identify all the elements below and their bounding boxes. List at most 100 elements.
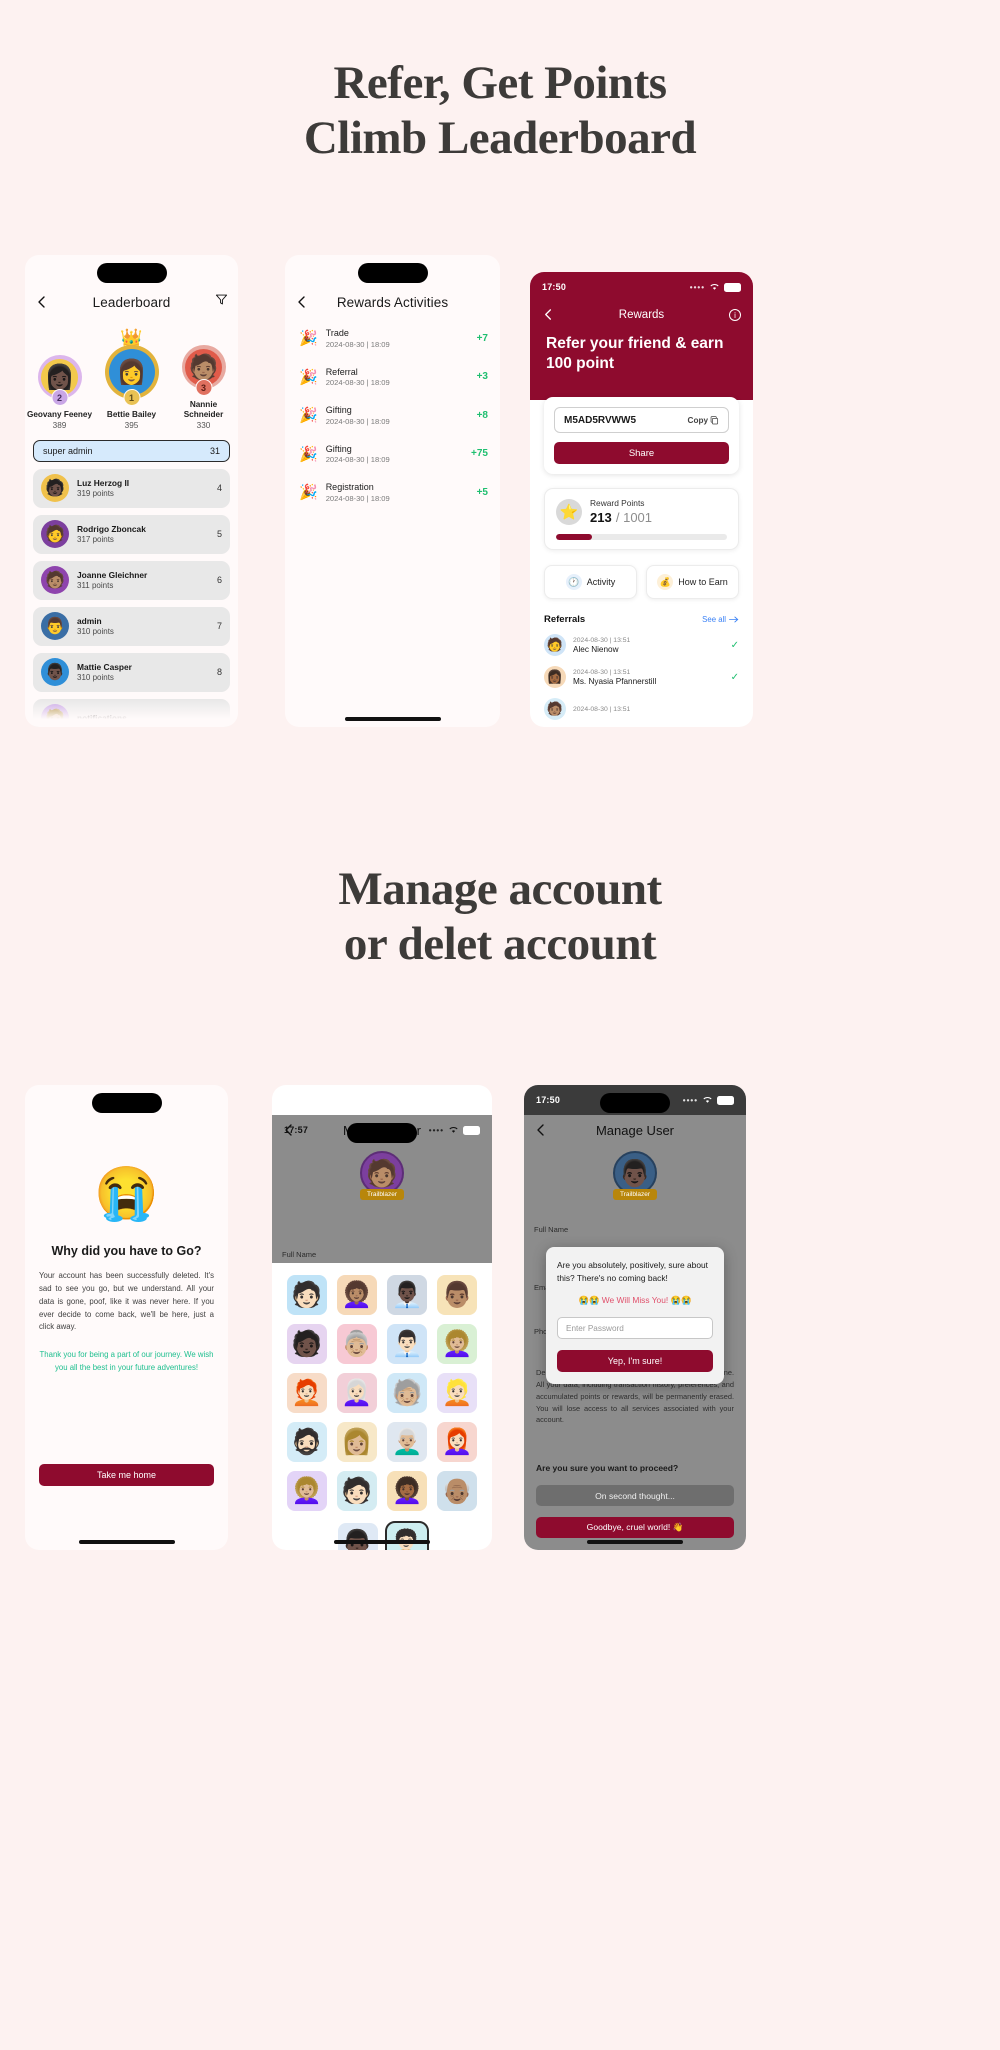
list-item[interactable]: 🧑🏿 Luz Herzog II 319 points 4 [33, 468, 230, 508]
activity-title: Gifting [325, 405, 352, 415]
star-icon: ⭐ [556, 499, 582, 525]
how-to-earn-button[interactable]: 💰 How to Earn [646, 565, 739, 599]
activity-points: +3 [476, 371, 488, 383]
avatar-option[interactable]: 👨🏽 [437, 1275, 478, 1315]
referral-name: Alec Nienow [573, 644, 619, 654]
avatar-option[interactable]: 👩🏻‍🦰 [437, 1422, 478, 1462]
avatar: 🧑 [41, 520, 69, 549]
podium-rank-3[interactable]: 🧑🏽 3 Nannie Schneider 330 [171, 345, 237, 430]
avatar-option[interactable]: 👨🏿 [337, 1523, 378, 1550]
activity-button-label: Activity [586, 577, 616, 587]
activities-navbar: Rewards Activities [285, 285, 500, 319]
filter-icon[interactable] [215, 293, 228, 311]
list-item-points: 319 points [77, 489, 114, 499]
list-item-rank: 8 [216, 667, 222, 678]
phone-account-deleted: 😭 Why did you have to Go? Your account h… [25, 1085, 228, 1550]
avatar: 👨🏿 [41, 658, 69, 687]
cancel-delete-button[interactable]: On second thought... [536, 1485, 734, 1506]
list-item[interactable]: 👨🏿 Mattie Casper 310 points 8 [33, 652, 230, 692]
list-item-points: 317 points [77, 535, 114, 545]
take-me-home-button[interactable]: Take me home [39, 1464, 214, 1486]
podium-rank-2[interactable]: 👩🏿 2 Geovany Feeney 389 [27, 355, 93, 430]
chevron-left-icon[interactable] [534, 1123, 548, 1137]
avatar-option[interactable]: 👩🏼‍🦱 [437, 1324, 478, 1364]
headline-bottom-line1: Manage account [338, 863, 662, 915]
avatar: 🧑🏽 [41, 566, 69, 595]
avatar-option[interactable]: 👴🏽 [437, 1471, 478, 1511]
referral-row[interactable]: 👩🏾 2024-08-30 | 13:51 Ms. Nyasia Pfanner… [544, 666, 739, 688]
activity-row[interactable]: 🎉 Gifting 2024-08-30 | 18:09 +75 [285, 435, 500, 474]
leaderboard-title: Leaderboard [92, 294, 171, 310]
referral-code-box[interactable]: M5AD5RVWW5 Copy [554, 407, 729, 433]
activity-row[interactable]: 🎉 Gifting 2024-08-30 | 18:09 +8 [285, 396, 500, 435]
avatar-option[interactable]: 🧓🏼 [387, 1373, 428, 1413]
referral-date: 2024-08-30 | 13:51 [573, 705, 631, 713]
podium-rank-1[interactable]: 👑 👩 1 Bettie Bailey 395 [99, 329, 165, 430]
deleted-title: Why did you have to Go? [51, 1244, 202, 1258]
info-icon[interactable]: i [729, 309, 741, 321]
referral-date: 2024-08-30 | 13:51 [573, 636, 631, 644]
copy-button[interactable]: Copy [688, 416, 719, 425]
delete-confirm-dialog: Are you absolutely, positively, sure abo… [546, 1247, 724, 1385]
rank-badge: 1 [123, 389, 140, 406]
list-item-rank: 5 [216, 529, 222, 540]
avatar-option[interactable]: 🧔🏻 [286, 1422, 327, 1462]
avatar-option[interactable]: 👩🏼‍🦱 [286, 1471, 327, 1511]
avatar-option[interactable]: 🧑🏻 [336, 1471, 377, 1511]
confirm-delete-button[interactable]: Goodbye, cruel world! 👋 [536, 1517, 734, 1538]
dialog-confirm-button[interactable]: Yep, I'm sure! [557, 1350, 713, 1373]
rewards-navbar: Rewards i [530, 302, 753, 328]
check-icon: ✓ [730, 639, 739, 651]
avatar-option[interactable]: 👨🏼‍🦳 [387, 1422, 428, 1462]
share-button[interactable]: Share [554, 442, 729, 464]
activity-button[interactable]: 🕐 Activity [544, 565, 637, 599]
avatar-option[interactable]: 👩🏾‍🦱 [387, 1471, 428, 1511]
referral-date: 2024-08-30 | 13:51 [573, 668, 631, 676]
list-item[interactable]: 🧑🏽 Joanne Gleichner 311 points 6 [33, 560, 230, 600]
avatar-option[interactable]: 👨🏻‍💼 [387, 1324, 428, 1364]
current-user-row[interactable]: super admin 31 [33, 439, 230, 462]
avatar-option[interactable]: 👩🏼 [336, 1422, 377, 1462]
activity-points: +75 [471, 448, 488, 460]
activity-row[interactable]: 🎉 Referral 2024-08-30 | 18:09 +3 [285, 358, 500, 397]
password-field[interactable]: Enter Password [557, 1317, 713, 1340]
list-item[interactable]: 👨 admin 310 points 7 [33, 606, 230, 646]
avatar-option[interactable]: 🧑🏻 [286, 1275, 327, 1315]
status-time: 17:57 [284, 1125, 309, 1135]
list-item[interactable]: 🧑 Rodrigo Zboncak 317 points 5 [33, 514, 230, 554]
activity-title: Trade [325, 328, 349, 338]
avatar-option[interactable]: 👩🏽‍🦱 [336, 1275, 377, 1315]
status-badge: Trailblazer [612, 1189, 658, 1200]
avatar-option[interactable]: 👵🏼 [336, 1324, 377, 1364]
dialog-miss-you-text: 😭😭 We Will Miss You! 😭😭 [578, 1295, 692, 1306]
avatar-option[interactable]: 👱🏻 [437, 1373, 478, 1413]
list-item-points: 311 points [77, 581, 114, 591]
list-item-rank: 4 [216, 483, 222, 494]
activity-title: Gifting [325, 443, 352, 454]
list-item[interactable]: 🧑🏼 notifications [33, 698, 230, 727]
avatar-option[interactable]: 🧑🏿 [286, 1324, 327, 1364]
status-time: 17:50 [536, 1095, 561, 1105]
chevron-left-icon[interactable] [542, 308, 556, 322]
activity-row[interactable]: 🎉 Registration 2024-08-30 | 18:09 +5 [285, 473, 500, 512]
avatar-option[interactable]: 👩🏻‍🦳 [336, 1373, 377, 1413]
avatar-option[interactable]: 🧑🏻‍🦰 [286, 1373, 327, 1413]
referral-row[interactable]: 🧑 2024-08-30 | 13:51 Alec Nienow ✓ [544, 634, 739, 656]
avatar-option[interactable]: 🧑🏻‍🦱 [384, 1521, 429, 1550]
battery-icon [724, 282, 741, 292]
current-user-rank: 31 [209, 445, 220, 456]
profile-avatar-block[interactable]: 🧑🏽 Trailblazer [272, 1151, 492, 1200]
avatar-grid: 🧑🏻 👩🏽‍🦱 👨🏿‍💼 👨🏽 🧑🏿 👵🏼 👨🏻‍💼 👩🏼‍🦱 🧑🏻‍🦰 👩🏻‍🦳 🧓🏼 👱🏻 🧔🏻 👩🏼… [272, 1263, 492, 1523]
referral-row[interactable]: 🧑🏽 2024-08-30 | 13:51 [544, 698, 739, 720]
avatar-option[interactable]: 👨🏿‍💼 [387, 1275, 428, 1315]
chevron-left-icon[interactable] [35, 295, 49, 309]
chevron-left-icon[interactable] [295, 295, 309, 309]
activity-row[interactable]: 🎉 Trade 2024-08-30 | 18:09 +7 [285, 319, 500, 358]
reward-points-label: Reward Points [590, 498, 645, 508]
profile-avatar-block[interactable]: 👨🏿 Trailblazer [524, 1151, 746, 1200]
wifi-icon [703, 1097, 712, 1103]
see-all-button[interactable]: See all [702, 615, 739, 624]
see-all-label: See all [702, 615, 726, 624]
list-item-name: Luz Herzog II [77, 478, 130, 489]
activity-points: +7 [476, 332, 488, 344]
